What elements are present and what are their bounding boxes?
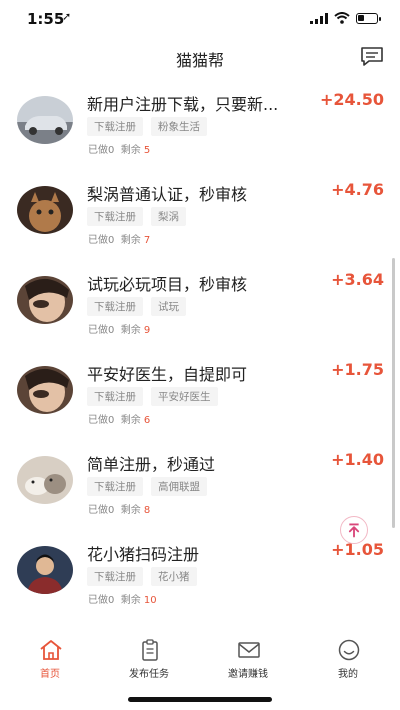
done-count: 0 xyxy=(108,505,115,516)
tag-app: 粉象生活 xyxy=(151,117,207,136)
task-item[interactable]: 简单注册，秒通过 +1.40 下载注册 高佣联盟 已做0 剩余 8 xyxy=(0,444,400,534)
task-tags: 下载注册 试玩 xyxy=(87,297,186,316)
tag-category: 下载注册 xyxy=(87,387,143,406)
tag-app: 花小猪 xyxy=(151,567,197,586)
task-meta: 已做0 剩余 6 xyxy=(88,415,151,426)
task-title: 梨涡普通认证，秒审核 xyxy=(87,185,248,204)
scrollbar[interactable] xyxy=(392,258,395,528)
task-meta: 已做0 剩余 7 xyxy=(88,235,151,246)
task-price: +3.64 xyxy=(331,270,384,289)
task-price: +1.75 xyxy=(331,360,384,379)
task-title: 简单注册，秒通过 xyxy=(87,455,216,474)
left-count: 9 xyxy=(143,325,151,336)
task-meta: 已做0 剩余 5 xyxy=(88,145,151,156)
battery-icon xyxy=(356,12,381,24)
tag-category: 下载注册 xyxy=(87,297,143,316)
tag-app: 梨涡 xyxy=(151,207,186,226)
avatar xyxy=(17,276,73,324)
tab-publish-label: 发布任务 xyxy=(129,669,169,680)
task-price: +1.40 xyxy=(331,450,384,469)
home-indicator xyxy=(128,697,272,702)
left-count: 5 xyxy=(143,145,151,156)
task-meta: 已做0 剩余 10 xyxy=(88,595,157,606)
tag-category: 下载注册 xyxy=(87,477,143,496)
tag-app: 高佣联盟 xyxy=(151,477,207,496)
back-to-top-icon[interactable] xyxy=(340,516,368,544)
task-price: +24.50 xyxy=(319,90,384,109)
tag-category: 下载注册 xyxy=(87,567,143,586)
task-item[interactable]: 花小猪扫码注册 +1.05 下载注册 花小猪 已做0 剩余 10 xyxy=(0,534,400,624)
wifi-icon xyxy=(334,12,350,24)
left-count: 8 xyxy=(143,505,151,516)
status-bar: 1:55 ➚ xyxy=(0,0,400,34)
done-count: 0 xyxy=(108,415,115,426)
tab-publish[interactable]: 发布任务 xyxy=(104,632,194,690)
task-tags: 下载注册 花小猪 xyxy=(87,567,197,586)
page-title: 猫猫帮 xyxy=(175,51,224,70)
task-price: +4.76 xyxy=(331,180,384,199)
left-count: 7 xyxy=(143,235,151,246)
tab-home[interactable]: 首页 xyxy=(5,632,95,690)
tab-profile[interactable]: 我的 xyxy=(303,632,393,690)
done-count: 0 xyxy=(108,325,115,336)
location-arrow-icon: ➚ xyxy=(62,10,72,23)
tag-app: 试玩 xyxy=(151,297,186,316)
tag-category: 下载注册 xyxy=(87,117,143,136)
done-count: 0 xyxy=(108,235,115,246)
message-icon[interactable] xyxy=(360,46,384,68)
done-count: 0 xyxy=(108,595,115,606)
clipboard-icon xyxy=(142,639,158,661)
tab-invite[interactable]: 邀请赚钱 xyxy=(203,632,293,690)
avatar xyxy=(17,186,73,234)
tab-invite-label: 邀请赚钱 xyxy=(228,669,268,680)
task-title: 试玩必玩项目，秒审核 xyxy=(87,275,248,294)
tag-app: 平安好医生 xyxy=(151,387,218,406)
left-count: 6 xyxy=(143,415,151,426)
task-item[interactable]: 平安好医生，自提即可 +1.75 下载注册 平安好医生 已做0 剩余 6 xyxy=(0,354,400,444)
status-time: 1:55 xyxy=(27,10,65,28)
task-tags: 下载注册 梨涡 xyxy=(87,207,186,226)
task-tags: 下载注册 平安好医生 xyxy=(87,387,218,406)
task-title: 花小猪扫码注册 xyxy=(87,545,200,564)
tab-profile-label: 我的 xyxy=(338,669,358,680)
task-meta: 已做0 剩余 9 xyxy=(88,325,151,336)
home-icon xyxy=(40,640,62,660)
status-icons xyxy=(310,12,381,24)
nav-bar: 猫猫帮 xyxy=(0,34,400,78)
task-item[interactable]: 试玩必玩项目，秒审核 +3.64 下载注册 试玩 已做0 剩余 9 xyxy=(0,264,400,354)
tag-category: 下载注册 xyxy=(87,207,143,226)
task-meta: 已做0 剩余 8 xyxy=(88,505,151,516)
task-tags: 下载注册 粉象生活 xyxy=(87,117,207,136)
smile-icon xyxy=(338,639,360,661)
avatar xyxy=(17,456,73,504)
task-item[interactable]: 新用户注册下载，只要新... +24.50 下载注册 粉象生活 已做0 剩余 5 xyxy=(0,84,400,174)
left-count: 10 xyxy=(143,595,157,606)
done-count: 0 xyxy=(108,145,115,156)
avatar xyxy=(17,546,73,594)
envelope-icon xyxy=(238,642,260,658)
task-item[interactable]: 梨涡普通认证，秒审核 +4.76 下载注册 梨涡 已做0 剩余 7 xyxy=(0,174,400,264)
avatar xyxy=(17,96,73,144)
tab-bar: 首页 发布任务 邀请赚钱 我的 xyxy=(0,632,400,690)
task-title: 平安好医生，自提即可 xyxy=(87,365,248,384)
signal-icon xyxy=(310,12,328,24)
tab-home-label: 首页 xyxy=(40,669,60,680)
task-tags: 下载注册 高佣联盟 xyxy=(87,477,207,496)
avatar xyxy=(17,366,73,414)
task-title: 新用户注册下载，只要新... xyxy=(87,95,279,114)
